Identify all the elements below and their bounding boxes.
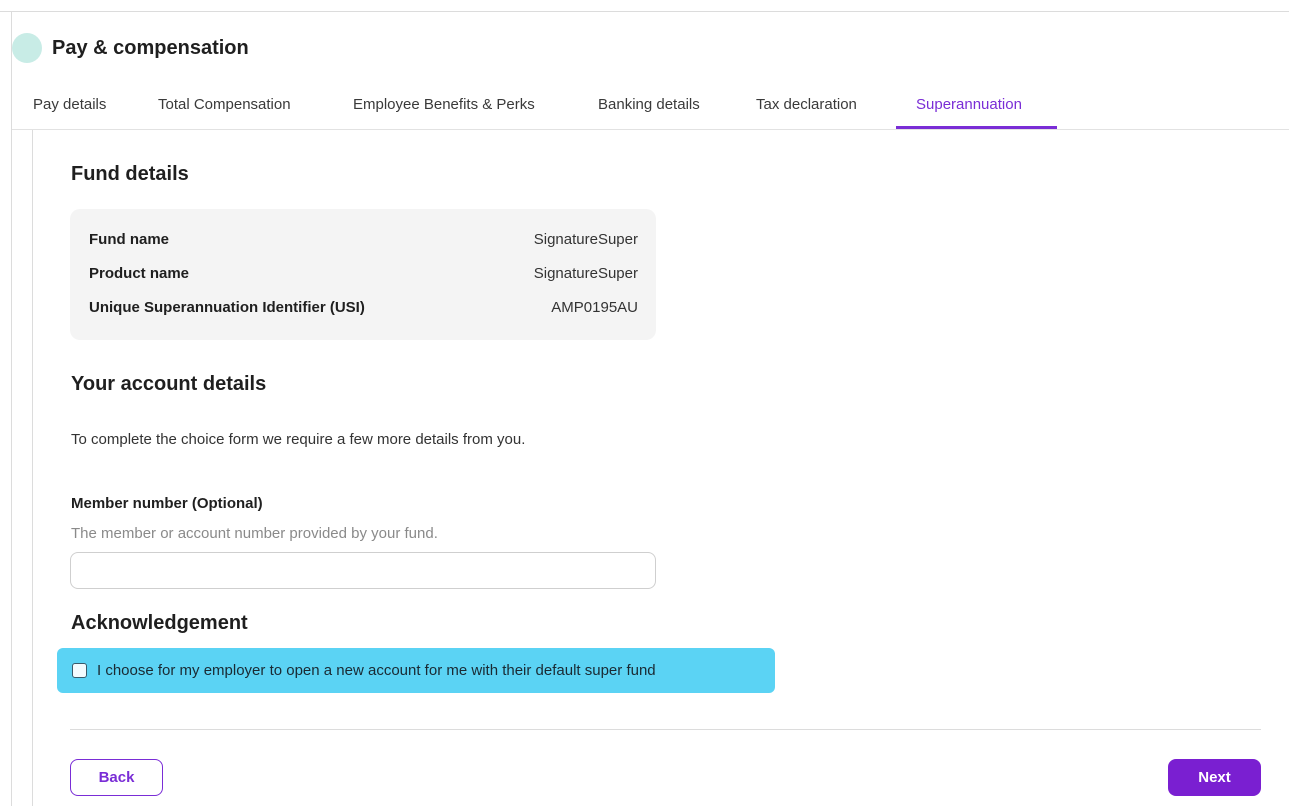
member-number-label: Member number (Optional) — [71, 495, 263, 512]
tab-superannuation[interactable]: Superannuation — [916, 82, 1022, 128]
fund-name-label: Fund name — [89, 231, 170, 248]
fund-row: Fund name SignatureSuper — [89, 231, 638, 251]
account-description: To complete the choice form we require a… — [71, 431, 526, 448]
account-details-heading: Your account details — [71, 373, 267, 395]
next-button[interactable]: Next — [1168, 759, 1261, 796]
member-number-input[interactable] — [70, 552, 656, 589]
back-button[interactable]: Back — [70, 759, 163, 796]
acknowledgement-checkbox[interactable] — [72, 663, 87, 678]
tab-total-compensation[interactable]: Total Compensation — [158, 82, 291, 128]
fund-row: Unique Superannuation Identifier (USI) A… — [89, 299, 638, 319]
tab-employee-benefits-perks[interactable]: Employee Benefits & Perks — [353, 82, 535, 128]
product-name-label: Product name — [89, 265, 190, 282]
content-divider — [32, 129, 33, 806]
footer-divider — [70, 729, 1261, 730]
fund-row: Product name SignatureSuper — [89, 265, 638, 285]
avatar — [12, 33, 42, 63]
usi-label: Unique Superannuation Identifier (USI) — [89, 299, 365, 316]
acknowledgement-heading: Acknowledgement — [71, 612, 248, 634]
tab-tax-declaration[interactable]: Tax declaration — [756, 82, 857, 128]
top-divider — [0, 11, 1289, 12]
left-divider — [11, 11, 12, 806]
member-number-help: The member or account number provided by… — [71, 525, 438, 542]
tab-banking-details[interactable]: Banking details — [598, 82, 700, 128]
fund-details-heading: Fund details — [71, 163, 189, 185]
active-tab-indicator — [896, 126, 1057, 129]
acknowledgement-checkbox-label[interactable]: I choose for my employer to open a new a… — [97, 662, 656, 679]
usi-value: AMP0195AU — [551, 299, 638, 316]
fund-details-card: Fund name SignatureSuper Product name Si… — [70, 209, 656, 340]
fund-name-value: SignatureSuper — [533, 231, 638, 248]
tab-pay-details[interactable]: Pay details — [33, 82, 106, 128]
page-header: Pay & compensation — [12, 33, 249, 63]
acknowledgement-option[interactable]: I choose for my employer to open a new a… — [57, 648, 775, 693]
page-title: Pay & compensation — [52, 36, 249, 59]
product-name-value: SignatureSuper — [533, 265, 638, 282]
tab-bar: Pay details Total Compensation Employee … — [12, 82, 1289, 130]
